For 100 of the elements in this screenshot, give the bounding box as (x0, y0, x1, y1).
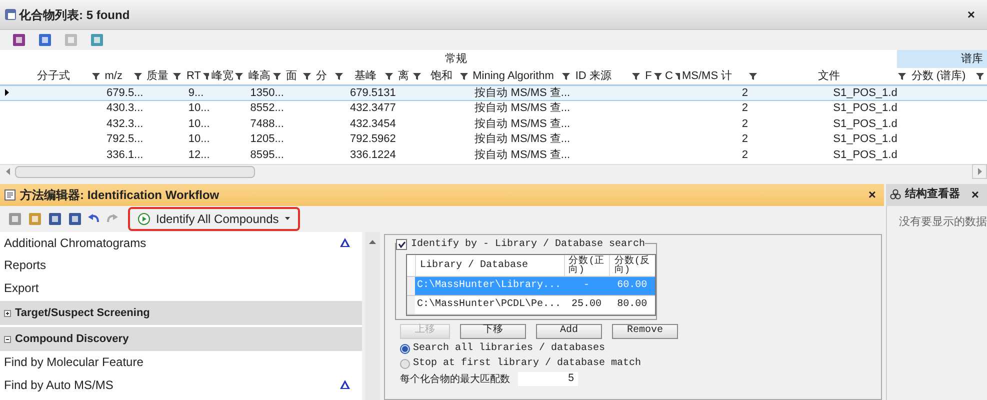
column-header[interactable]: 文件 (760, 68, 910, 84)
plus-icon (4, 310, 11, 316)
undo-icon[interactable] (88, 214, 100, 224)
table-cell: 按自动 MS/MS 查... (474, 148, 570, 160)
list-item[interactable]: Find by Auto MS/MS (4, 376, 114, 394)
table-cell: 432.3454 (350, 118, 396, 130)
column-header[interactable]: F (643, 68, 664, 84)
table-cell: 2 (742, 102, 748, 114)
section-header[interactable]: Target/Suspect Screening (0, 301, 362, 325)
column-header: Library / Database (414, 254, 564, 276)
close-button[interactable]: × (967, 4, 975, 24)
column-header[interactable]: ID 来源 (573, 68, 644, 84)
column-header: 分数(正向) (564, 254, 610, 276)
input-field[interactable]: 5 (518, 372, 578, 386)
filter-icon[interactable] (748, 72, 757, 80)
column-header[interactable]: RT (184, 68, 210, 84)
filter-icon[interactable] (92, 72, 100, 80)
scroll-thumb[interactable] (15, 166, 255, 178)
table-cell: 按自动 MS/MS 查... (474, 133, 570, 145)
play-icon (138, 212, 150, 224)
table-cell: 按自动 MS/MS 查... (474, 86, 570, 98)
filter-icon[interactable] (335, 72, 344, 80)
column-header[interactable]: 面 (284, 68, 314, 84)
panel-title: 方法编辑器: Identification Workflow (20, 186, 220, 204)
checkbox[interactable]: Identify by - Library / Database search (396, 236, 646, 252)
action-button[interactable]: Add (536, 324, 602, 338)
caret-icon (284, 217, 290, 220)
filter-icon[interactable] (202, 72, 210, 80)
column-header[interactable]: 离 (396, 68, 424, 84)
column-header[interactable]: 分子式 (15, 68, 103, 84)
table-row[interactable]: 792.5... 10... 1205... 792.5962 按自动 MS/MS 查... 2 S1_POS_1.d (0, 132, 987, 147)
table-cell: 336.1224 (350, 148, 396, 160)
run-button[interactable]: Identify All Compounds (128, 206, 300, 230)
field-label: 每个化合物的最大匹配数 (400, 372, 510, 386)
column-group-header: 谱库 (897, 50, 987, 68)
filter-icon[interactable] (654, 72, 662, 80)
scroll-right-icon[interactable] (978, 168, 982, 175)
table-row[interactable]: C:\MassHunter\PCDL\Pe... 25.00 80.00 (407, 296, 655, 314)
filter-icon[interactable] (134, 72, 142, 80)
filter-icon[interactable] (303, 72, 312, 80)
document-icon (4, 188, 16, 200)
table-icon (4, 8, 17, 21)
column-header[interactable]: 峰宽 (209, 68, 246, 84)
table-cell: 10... (188, 133, 210, 145)
table-row[interactable]: 432.3... 10... 7488... 432.3454 按自动 MS/MS 查... 2 S1_POS_1.d (0, 116, 987, 132)
column-header[interactable]: Mining Algorithm (470, 68, 574, 84)
table-cell: 按自动 MS/MS 查... (474, 118, 570, 130)
scroll-up-icon (369, 240, 376, 244)
filter-icon[interactable] (173, 72, 182, 80)
radio-option[interactable]: Stop at first library / database match (400, 356, 642, 370)
table-cell: C:\MassHunter\PCDL\Pe... (416, 299, 561, 310)
column-header[interactable]: 分数 (谱库) (909, 68, 987, 84)
triangle-icon (340, 238, 350, 248)
column-header[interactable]: 峰高 (246, 68, 284, 84)
filter-icon[interactable] (412, 72, 421, 80)
filter-icon[interactable] (384, 72, 393, 80)
table-cell: 1350... (250, 86, 284, 98)
filter-icon[interactable] (562, 72, 570, 80)
column-header[interactable]: MS/MS 计 (680, 68, 760, 84)
column-header[interactable]: 基峰 (346, 68, 396, 84)
filter-icon[interactable] (898, 72, 906, 80)
vertical-scrollbar[interactable] (365, 232, 380, 400)
filter-icon[interactable] (273, 72, 282, 80)
list-item[interactable]: Reports (4, 256, 46, 274)
check-icon (398, 240, 406, 248)
filter-icon[interactable] (976, 72, 984, 80)
column-header: 分数(反向) (609, 254, 656, 276)
section-header[interactable]: Compound Discovery (0, 327, 362, 351)
filter-icon[interactable] (235, 72, 244, 80)
list-item[interactable]: Export (4, 278, 39, 297)
column-header[interactable]: 饱和 (424, 68, 471, 84)
column-header[interactable]: C (663, 68, 680, 84)
radio-button[interactable] (400, 358, 410, 368)
filter-icon[interactable] (460, 72, 468, 80)
column-header[interactable]: 分 (314, 68, 346, 84)
panel-title: 结构查看器 (905, 186, 960, 202)
table-row[interactable]: 336.1... 12... 8595... 336.1224 按自动 MS/MS 查... 2 S1_POS_1.d (0, 147, 987, 162)
panel-title: 化合物列表: 5 found (19, 6, 130, 24)
radio-button[interactable] (400, 344, 410, 354)
table-cell: S1_POS_1.d (833, 133, 898, 145)
close-button[interactable]: × (868, 184, 876, 204)
filter-icon[interactable] (632, 72, 640, 80)
table-cell: 679.5131 (350, 86, 396, 98)
column-header[interactable]: 质量 (144, 68, 184, 84)
list-item[interactable]: Find by Molecular Feature (4, 353, 144, 372)
table-row[interactable]: 679.5... 9... 1350... 679.5131 按自动 MS/MS 查... 2 S1_POS_1.d (0, 85, 987, 100)
triangle-icon (340, 380, 350, 390)
horizontal-scrollbar[interactable] (0, 164, 987, 178)
column-header[interactable]: m/z (102, 68, 145, 84)
list-item[interactable]: Additional Chromatograms (4, 234, 146, 252)
table-cell: 8552... (250, 102, 284, 114)
action-button[interactable]: Remove (612, 324, 678, 338)
table-cell: 679.5... (106, 86, 144, 98)
action-button[interactable]: 下移 (460, 324, 526, 338)
close-button[interactable]: × (971, 184, 979, 204)
table-cell: 12... (188, 148, 210, 160)
table-row[interactable]: 430.3... 10... 8552... 432.3477 按自动 MS/MS 查... 2 S1_POS_1.d (0, 100, 987, 116)
scroll-left-icon[interactable] (6, 168, 10, 175)
radio-option[interactable]: Search all libraries / databases (400, 342, 606, 356)
table-cell: 2 (742, 148, 748, 160)
